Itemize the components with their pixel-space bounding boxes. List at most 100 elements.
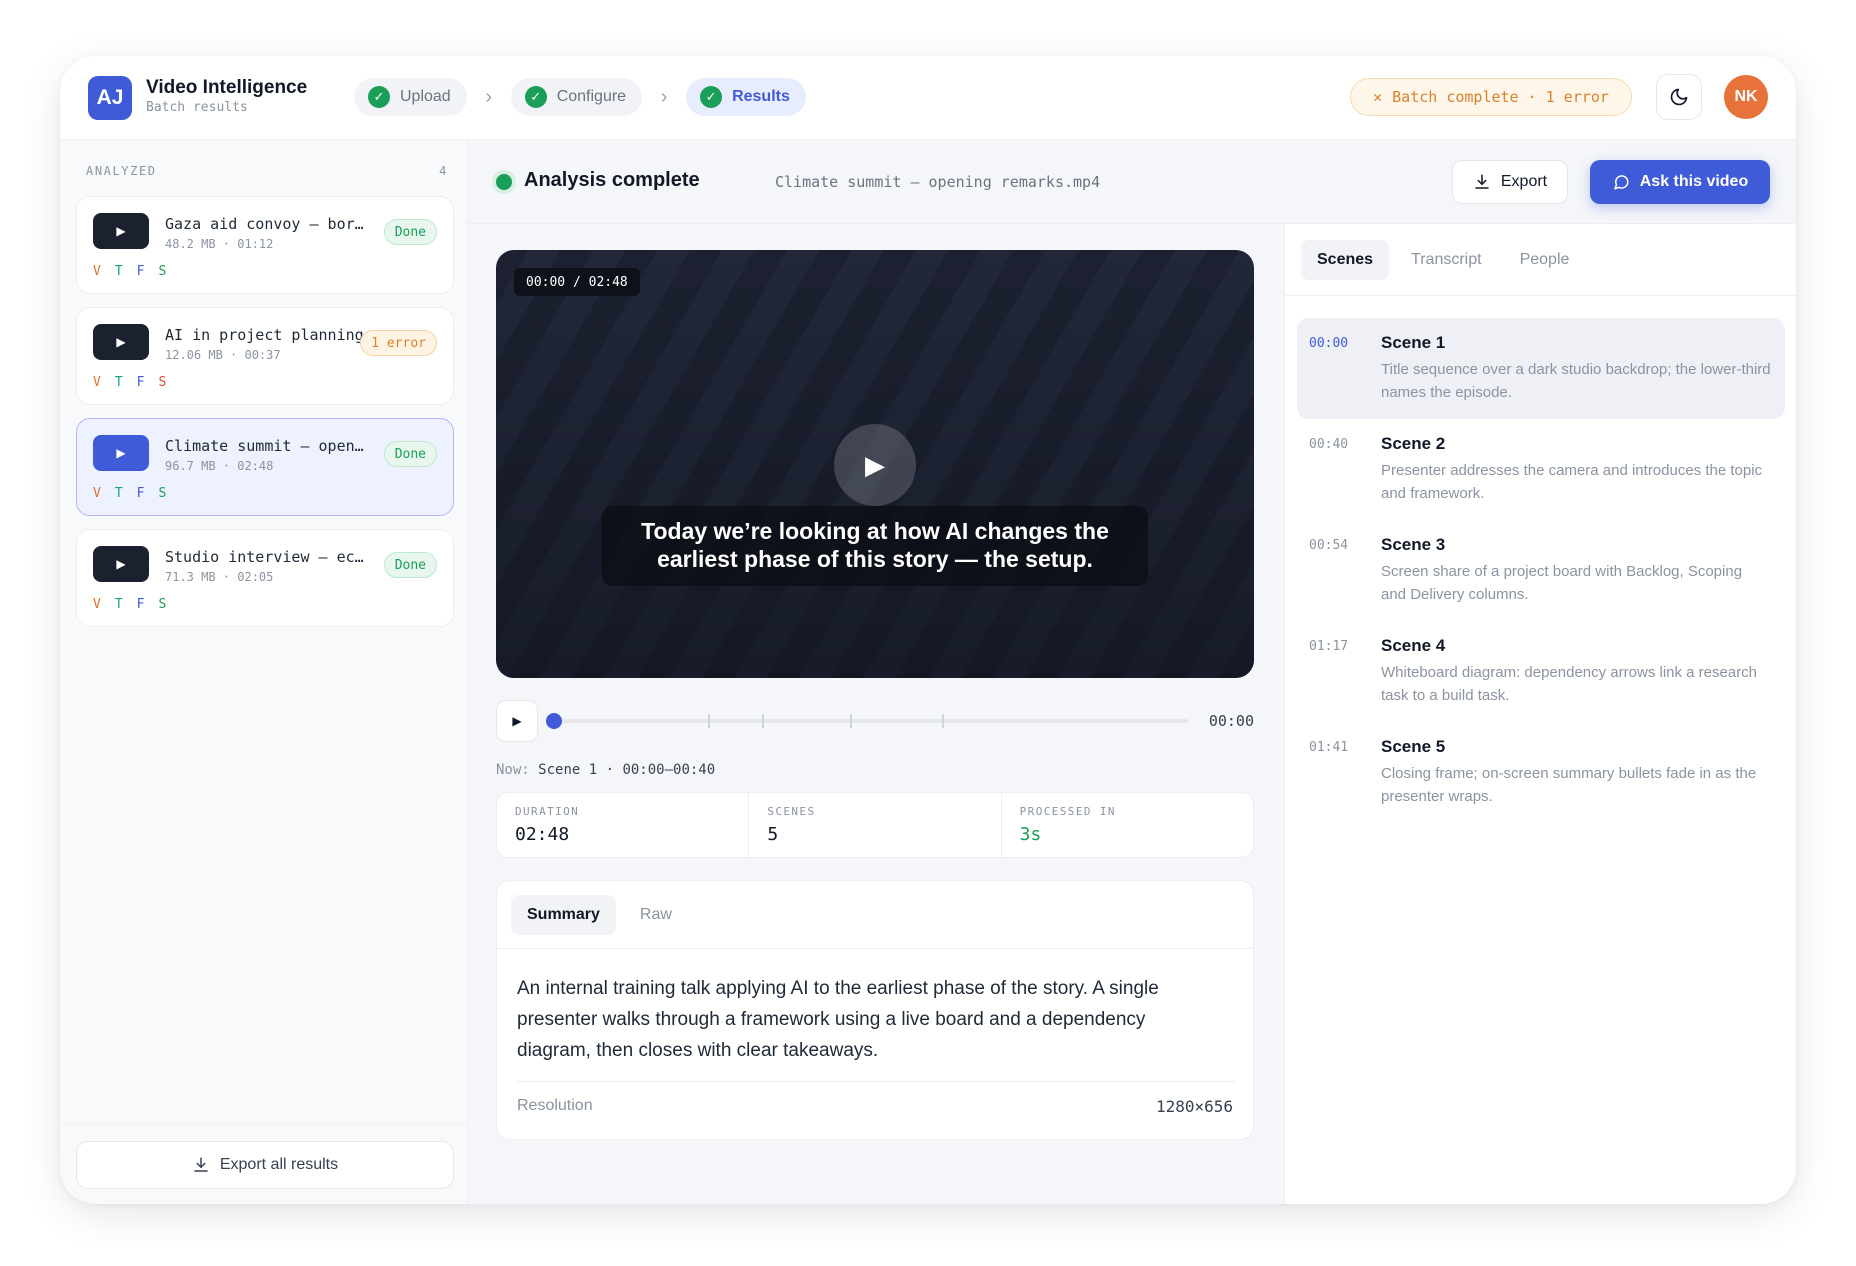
tab-transcript[interactable]: Transcript	[1395, 240, 1498, 280]
status-dot	[496, 174, 512, 190]
scene-description: Whiteboard diagram: dependency arrows li…	[1381, 664, 1758, 704]
summary-tabs: Summary Raw	[497, 881, 1253, 949]
scene-item[interactable]: 00:40 Scene 2 Presenter addresses the ca…	[1297, 419, 1785, 520]
scene-time: 01:17	[1309, 639, 1349, 654]
summary-text: An internal training talk applying AI to…	[517, 978, 1159, 1061]
scene-title: Scene 4	[1381, 636, 1446, 655]
section-label: ANALYZED	[86, 164, 157, 178]
step-label: Upload	[400, 88, 451, 105]
ask-video-button[interactable]: Ask this video	[1590, 160, 1770, 204]
scene-item[interactable]: 01:41 Scene 5 Closing frame; on-screen s…	[1297, 722, 1785, 823]
scene-title: Scene 5	[1381, 737, 1446, 756]
scene-list: 00:00 Scene 1 Title sequence over a dark…	[1297, 318, 1785, 823]
flag-summary: S	[158, 264, 167, 279]
file-meta: 48.2 MB · 01:12	[165, 237, 274, 251]
app-title: Video Intelligence	[146, 77, 308, 98]
play-icon: ▶	[93, 435, 149, 471]
flag-summary: S	[158, 486, 167, 501]
scene-item[interactable]: 01:17 Scene 4 Whiteboard diagram: depend…	[1297, 621, 1785, 722]
file-item[interactable]: ▶ Gaza aid convoy — border crossing 48.2…	[76, 196, 454, 294]
file-meta: 71.3 MB · 02:05	[165, 570, 274, 584]
scene-title: Scene 1	[1381, 333, 1446, 352]
tab-scenes[interactable]: Scenes	[1301, 239, 1390, 280]
file-name: Climate summit — opening remarks	[165, 437, 365, 455]
scene-marker	[850, 714, 852, 728]
file-count: 4	[439, 164, 448, 178]
sidebar-header: ANALYZED 4	[86, 164, 448, 178]
export-all-button[interactable]: Export all results	[76, 1141, 454, 1189]
tab-summary[interactable]: Summary	[511, 895, 616, 935]
current-time: 00:00	[1208, 712, 1254, 730]
status-badge: Done	[383, 219, 437, 245]
sidebar: ANALYZED 4 ▶ Gaza aid convoy — border cr…	[60, 140, 468, 1204]
flag-transcript: T	[114, 486, 123, 501]
export-all-label: Export all results	[219, 1156, 339, 1173]
scene-description: Title sequence over a dark studio backdr…	[1381, 361, 1771, 401]
file-item[interactable]: ▶ AI in project planning 12.06 MB · 00:3…	[76, 307, 454, 405]
check-icon: ✓	[700, 86, 723, 108]
play-icon: ▶	[865, 449, 885, 480]
scene-description: Presenter addresses the camera and intro…	[1381, 462, 1763, 502]
main-panel: Analysis complete Climate summit — openi…	[468, 140, 1796, 1204]
stat-label: DURATION	[515, 805, 580, 818]
resolution-label: Resolution	[517, 1097, 593, 1114]
results-toolbar: Analysis complete Climate summit — openi…	[468, 140, 1796, 224]
status-badge: 1 error	[360, 330, 437, 356]
video-caption: Today we’re looking at how AI changes th…	[602, 506, 1148, 586]
file-name: AI in project planning	[165, 326, 364, 344]
analysis-flags: V T F S	[93, 597, 166, 612]
avatar[interactable]: NK	[1724, 75, 1768, 119]
scene-time: 00:54	[1309, 538, 1349, 553]
flag-transcript: T	[114, 597, 123, 612]
file-list: ▶ Gaza aid convoy — border crossing 48.2…	[76, 196, 454, 640]
play-icon: ▶	[512, 714, 522, 728]
app-window: AJ Video Intelligence Batch results ✓ Up…	[60, 56, 1796, 1204]
step-upload[interactable]: ✓ Upload	[354, 78, 467, 116]
header: AJ Video Intelligence Batch results ✓ Up…	[60, 56, 1796, 140]
seek-handle[interactable]	[546, 713, 562, 729]
scene-title: Scene 2	[1381, 434, 1446, 453]
scene-item[interactable]: 00:54 Scene 3 Screen share of a project …	[1297, 520, 1785, 621]
play-pause-button[interactable]: ▶	[496, 700, 538, 742]
sidebar-footer: Export all results	[60, 1124, 468, 1204]
scene-description: Screen share of a project board with Bac…	[1381, 563, 1743, 603]
play-icon: ▶	[93, 324, 149, 360]
seek-track[interactable]	[552, 719, 1188, 723]
video-player[interactable]: 00:00 / 02:48 ▶ Today we’re looking at h…	[496, 250, 1254, 678]
scene-marker	[762, 714, 764, 728]
analysis-flags: V T F S	[93, 486, 166, 501]
theme-toggle-button[interactable]	[1656, 74, 1702, 120]
flag-faces: F	[136, 486, 145, 501]
stat-value: 02:48	[515, 824, 570, 845]
analysis-flags: V T F S	[93, 264, 166, 279]
scene-time: 01:41	[1309, 740, 1349, 755]
play-icon: ▶	[93, 213, 149, 249]
playback-controls: ▶ 00:00	[496, 700, 1254, 742]
play-icon: ▶	[93, 546, 149, 582]
step-configure[interactable]: ✓ Configure	[510, 78, 643, 116]
file-meta: 96.7 MB · 02:48	[165, 459, 274, 473]
file-item[interactable]: ▶ Studio interview — ecology 71.3 MB · 0…	[76, 529, 454, 627]
batch-status-text: Batch complete · 1 error	[1392, 88, 1609, 106]
batch-status-badge[interactable]: ✕ Batch complete · 1 error	[1350, 78, 1632, 116]
now-label: Now:	[496, 762, 530, 778]
flag-video: V	[93, 597, 101, 612]
chevron-right-icon: ›	[485, 85, 493, 108]
stat-scenes: SCENES 5	[749, 793, 1002, 857]
step-results[interactable]: ✓ Results	[686, 78, 806, 116]
tab-raw[interactable]: Raw	[624, 895, 688, 935]
scene-marker	[942, 714, 944, 728]
app-logo: AJ	[88, 76, 132, 120]
divider	[517, 1081, 1235, 1082]
file-item-selected[interactable]: ▶ Climate summit — opening remarks 96.7 …	[76, 418, 454, 516]
scene-time: 00:40	[1309, 437, 1349, 452]
export-button[interactable]: Export	[1452, 160, 1568, 204]
flag-faces: F	[136, 375, 145, 390]
stat-value: 3s	[1019, 824, 1042, 845]
scene-item-active[interactable]: 00:00 Scene 1 Title sequence over a dark…	[1297, 318, 1785, 419]
chevron-right-icon: ›	[660, 85, 668, 108]
play-button[interactable]: ▶	[834, 424, 916, 506]
tab-people[interactable]: People	[1504, 240, 1586, 280]
resolution-value: 1280×656	[1155, 1097, 1233, 1116]
video-timecode: 00:00 / 02:48	[514, 268, 640, 296]
